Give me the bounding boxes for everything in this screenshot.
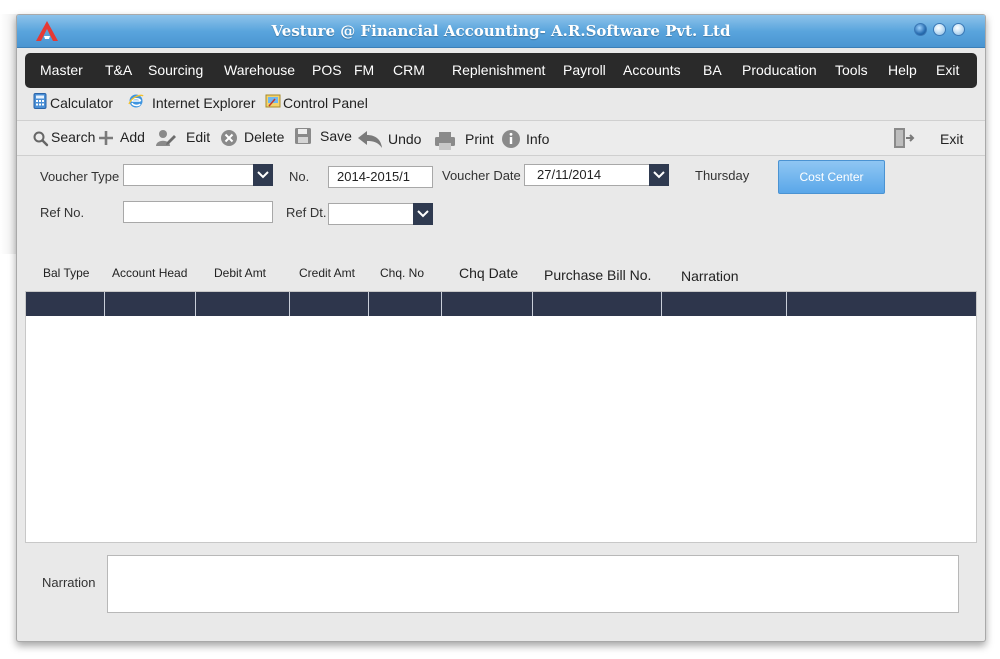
add-button[interactable]: Add bbox=[120, 129, 145, 145]
menu-fm[interactable]: FM bbox=[354, 62, 374, 78]
ref-dt-picker[interactable] bbox=[328, 203, 433, 225]
undo-icon bbox=[358, 131, 382, 148]
app-window: Vesture @ Financial Accounting- A.R.Soft… bbox=[16, 14, 986, 642]
maximize-button[interactable] bbox=[933, 23, 946, 36]
exit-button[interactable]: Exit bbox=[940, 131, 963, 147]
control-panel-icon bbox=[265, 94, 281, 108]
grid-column-divider bbox=[289, 292, 290, 316]
voucher-date-picker[interactable]: 27/11/2014 bbox=[524, 164, 669, 186]
exit-door-icon bbox=[894, 128, 915, 148]
grid-column-divider bbox=[661, 292, 662, 316]
menu-tools[interactable]: Tools bbox=[835, 62, 868, 78]
search-button[interactable]: Search bbox=[51, 129, 95, 145]
narration-textarea[interactable] bbox=[107, 555, 959, 613]
chevron-down-icon bbox=[257, 171, 269, 179]
internet-explorer-icon bbox=[128, 94, 144, 108]
save-icon bbox=[295, 128, 311, 144]
col-chq-no: Chq. No bbox=[380, 266, 425, 280]
menu-exit[interactable]: Exit bbox=[936, 62, 959, 78]
internet-explorer-link[interactable]: Internet Explorer bbox=[152, 95, 256, 111]
voucher-type-dropdown-button[interactable] bbox=[253, 164, 273, 186]
weekday-text: Thursday bbox=[695, 168, 750, 183]
voucher-type-select[interactable] bbox=[123, 164, 273, 186]
grid-column-divider bbox=[195, 292, 196, 316]
menu-sourcing[interactable]: Sourcing bbox=[148, 62, 203, 78]
info-button[interactable]: Info bbox=[526, 131, 549, 147]
menu-accounts[interactable]: Accounts bbox=[623, 62, 681, 78]
calculator-link[interactable]: Calculator bbox=[50, 95, 113, 111]
ref-no-field[interactable] bbox=[123, 201, 273, 223]
control-panel-link[interactable]: Control Panel bbox=[283, 95, 368, 111]
edit-button[interactable]: Edit bbox=[186, 129, 210, 145]
voucher-no-value: 2014-2015/1 bbox=[337, 169, 411, 184]
ref-no-label: Ref No. bbox=[40, 205, 85, 220]
window-title: Vesture @ Financial Accounting- A.R.Soft… bbox=[271, 22, 731, 40]
action-toolbar: Search Add Edit Delete Save Undo Print I… bbox=[17, 120, 985, 156]
search-icon bbox=[33, 131, 49, 147]
voucher-date-dropdown-button[interactable] bbox=[649, 164, 669, 186]
delete-icon bbox=[221, 130, 237, 146]
menu-pos[interactable]: POS bbox=[312, 62, 342, 78]
narration-label: Narration bbox=[42, 575, 96, 590]
print-icon bbox=[435, 132, 455, 150]
undo-button[interactable]: Undo bbox=[388, 131, 421, 147]
menu-master[interactable]: Master bbox=[40, 62, 83, 78]
col-bal-type: Bal Type bbox=[43, 266, 90, 280]
edit-user-icon bbox=[156, 130, 176, 146]
chevron-down-icon bbox=[653, 171, 665, 179]
info-icon bbox=[502, 130, 520, 148]
title-bar: Vesture @ Financial Accounting- A.R.Soft… bbox=[17, 15, 985, 48]
menu-producation[interactable]: Producation bbox=[742, 62, 817, 78]
menu-ta[interactable]: T&A bbox=[105, 62, 132, 78]
menu-payroll[interactable]: Payroll bbox=[563, 62, 606, 78]
col-chq-date: Chq Date bbox=[459, 265, 519, 281]
col-credit-amt: Credit Amt bbox=[299, 266, 356, 280]
menu-ba[interactable]: BA bbox=[703, 62, 722, 78]
minimize-button[interactable] bbox=[914, 23, 927, 36]
voucher-no-field[interactable]: 2014-2015/1 bbox=[328, 166, 433, 188]
grid-column-divider bbox=[441, 292, 442, 316]
close-button[interactable] bbox=[952, 23, 965, 36]
no-label: No. bbox=[289, 169, 310, 184]
print-button[interactable]: Print bbox=[465, 131, 494, 147]
grid-column-divider bbox=[786, 292, 787, 316]
menu-help[interactable]: Help bbox=[888, 62, 917, 78]
add-icon bbox=[99, 131, 113, 145]
menu-crm[interactable]: CRM bbox=[393, 62, 425, 78]
quick-links-bar: Calculator Internet Explorer Control Pan… bbox=[17, 91, 985, 119]
menu-replenishment[interactable]: Replenishment bbox=[452, 62, 545, 78]
col-debit-amt: Debit Amt bbox=[214, 266, 267, 280]
voucher-date-label: Voucher Date bbox=[442, 168, 521, 183]
voucher-grid[interactable] bbox=[25, 291, 977, 543]
grid-column-divider bbox=[532, 292, 533, 316]
delete-button[interactable]: Delete bbox=[244, 129, 284, 145]
main-menu-bar: Master T&A Sourcing Warehouse POS FM CRM… bbox=[25, 53, 977, 88]
voucher-type-label: Voucher Type bbox=[40, 169, 120, 184]
menu-warehouse[interactable]: Warehouse bbox=[224, 62, 295, 78]
voucher-date-value: 27/11/2014 bbox=[537, 167, 602, 182]
cost-center-button[interactable]: Cost Center bbox=[778, 160, 885, 194]
save-button[interactable]: Save bbox=[320, 128, 352, 144]
grid-column-divider bbox=[368, 292, 369, 316]
grid-header-row bbox=[26, 292, 976, 316]
col-account-head: Account Head bbox=[112, 266, 188, 280]
grid-column-divider bbox=[104, 292, 105, 316]
col-narration: Narration bbox=[681, 268, 739, 284]
calculator-icon bbox=[33, 93, 47, 109]
ref-dt-label: Ref Dt. bbox=[286, 205, 327, 220]
ref-dt-dropdown-button[interactable] bbox=[413, 203, 433, 225]
col-purchase-bill-no: Purchase Bill No. bbox=[544, 267, 652, 283]
chevron-down-icon bbox=[417, 210, 429, 218]
